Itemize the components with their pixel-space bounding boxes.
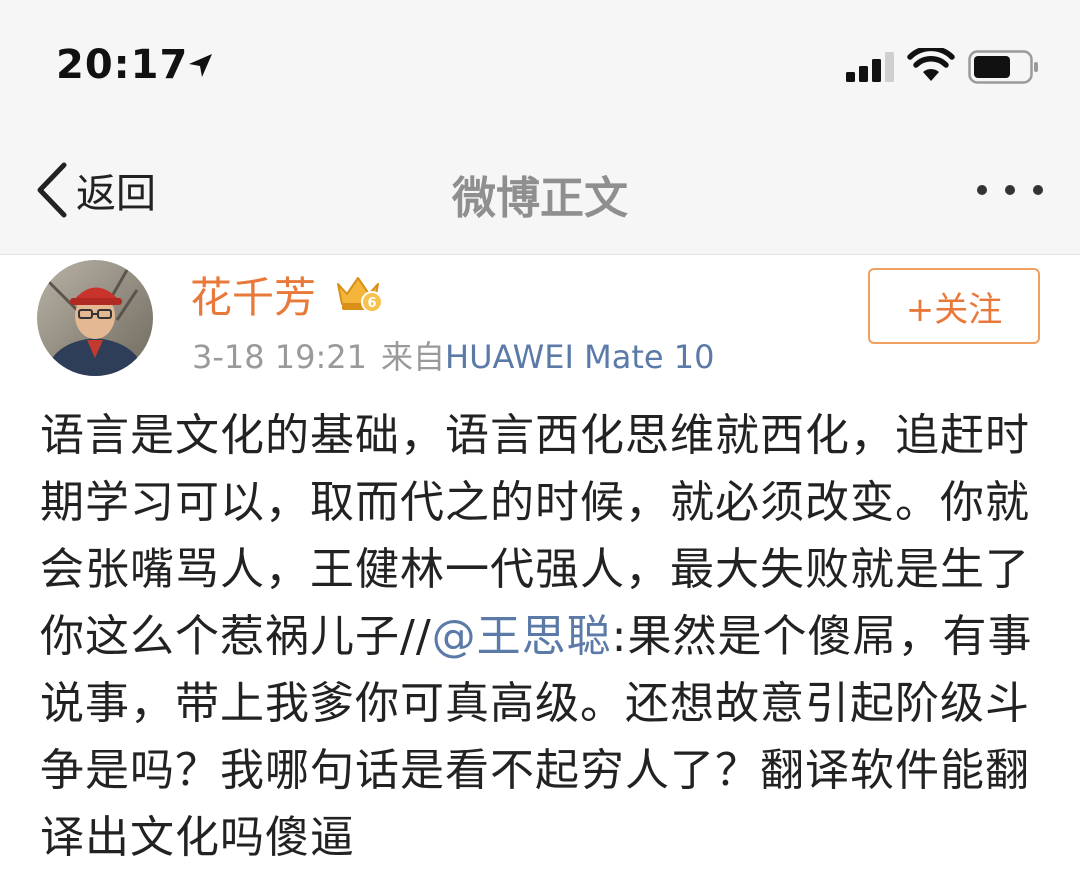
page-title: 微博正文 <box>452 173 628 224</box>
chevron-left-icon <box>37 162 67 218</box>
back-button[interactable]: 返回 <box>34 160 156 220</box>
top-bar: 20:17 返回 微博正文 <box>0 0 1080 255</box>
location-arrow-icon <box>189 54 212 77</box>
battery-icon <box>968 50 1038 84</box>
back-label: 返回 <box>76 171 156 217</box>
avatar[interactable] <box>37 260 153 376</box>
vip-crown-icon[interactable]: 6 <box>334 270 382 314</box>
author-name[interactable]: 花千芳 <box>190 264 316 325</box>
post-source-prefix: 来自 <box>381 338 446 376</box>
post-source[interactable]: HUAWEI Mate 10 <box>445 338 714 376</box>
status-time: 20:17 <box>56 42 189 88</box>
follow-button[interactable]: +关注 <box>868 268 1040 344</box>
post-time: 3-18 19:21 <box>192 338 368 376</box>
post-meta: 3-18 19:21 来自HUAWEI Mate 10 <box>192 332 714 378</box>
wifi-icon <box>907 48 955 81</box>
post-body: 语言是文化的基础，语言西化思维就西化，追赶时期学习可以，取而代之的时候，就必须改… <box>40 402 1040 871</box>
cellular-signal-icon <box>846 52 894 82</box>
mention-link[interactable]: @王思聪 <box>432 611 612 662</box>
more-dots-icon[interactable] <box>974 176 1046 204</box>
vip-level: 6 <box>367 296 376 311</box>
avatar-image <box>37 260 153 376</box>
